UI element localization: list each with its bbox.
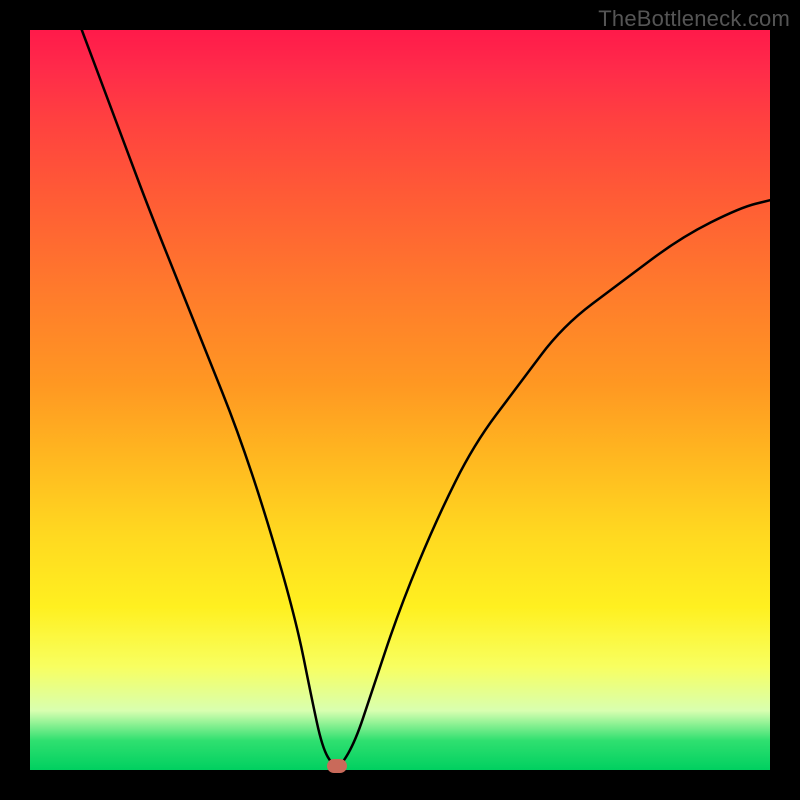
chart-container: TheBottleneck.com [0, 0, 800, 800]
bottleneck-curve [30, 30, 770, 770]
plot-area [30, 30, 770, 770]
optimal-point-marker [327, 759, 347, 773]
watermark-text: TheBottleneck.com [598, 6, 790, 32]
